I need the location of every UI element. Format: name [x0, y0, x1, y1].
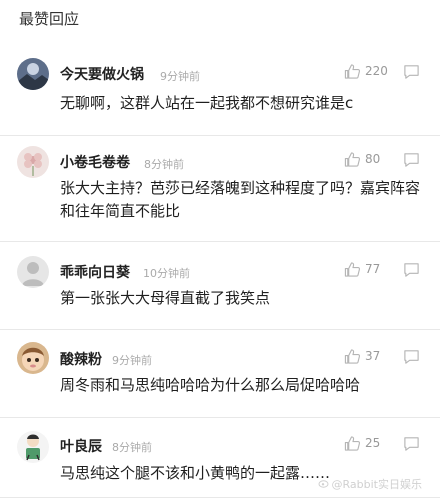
comment-bubble-icon: [403, 151, 420, 168]
comment-bubble-icon: [403, 63, 420, 80]
flower-avatar-icon[interactable]: [17, 146, 49, 178]
like-button[interactable]: 77: [344, 261, 391, 278]
like-button[interactable]: 220: [344, 63, 391, 80]
comment-username[interactable]: 小卷毛卷卷: [60, 152, 130, 172]
baby-avatar-icon[interactable]: [17, 342, 49, 374]
comment-username[interactable]: 叶良辰: [60, 436, 102, 456]
thumbs-up-icon: [344, 435, 361, 452]
reply-button[interactable]: [403, 261, 420, 278]
default-person-avatar-icon[interactable]: [17, 256, 49, 288]
comment-time: 8分钟前: [144, 158, 184, 171]
thumbs-up-icon: [344, 348, 361, 365]
comment-time: 9分钟前: [160, 70, 200, 83]
comment-username[interactable]: 乖乖向日葵: [60, 262, 130, 282]
like-count: 80: [365, 152, 381, 166]
like-button[interactable]: 25: [344, 435, 391, 452]
thumbs-up-icon: [344, 151, 361, 168]
like-count: 77: [365, 262, 381, 276]
comment-actions: 220: [344, 61, 420, 81]
weibo-logo-icon: [318, 477, 332, 492]
comment-actions: 37: [344, 346, 420, 366]
cartoon-avatar-icon[interactable]: [17, 431, 49, 463]
comment-bubble-icon: [403, 435, 420, 452]
comment-text: 张大大主持？芭莎已经落魄到这种程度了吗？嘉宾阵容和往年简直不能比: [60, 179, 421, 220]
comment-actions: 77: [344, 259, 420, 279]
like-count: 220: [365, 64, 388, 78]
comment-item: 小卷毛卷卷 8分钟前 80 张大大主持？芭莎已经落魄到这种程度了吗？嘉宾阵容和往…: [0, 136, 440, 242]
comment-time: 8分钟前: [112, 441, 152, 454]
comment-text: 周冬雨和马思纯哈哈哈为什么那么局促哈哈哈: [60, 376, 361, 394]
reply-button[interactable]: [403, 435, 420, 452]
comment-actions: 80: [344, 149, 420, 169]
reply-button[interactable]: [403, 63, 420, 80]
like-count: 25: [365, 436, 381, 450]
comment-item: 今天要做火锅 9分钟前 220 无聊啊，这群人站在一起我都不想研究谁是c: [0, 50, 440, 136]
like-button[interactable]: 37: [344, 348, 391, 365]
comment-item: 酸辣粉 9分钟前 37 周冬雨和马思纯哈哈哈为什么那么局促哈哈哈: [0, 330, 440, 418]
comment-actions: 25: [344, 433, 420, 453]
comment-bubble-icon: [403, 348, 420, 365]
comment-time: 10分钟前: [143, 267, 190, 280]
section-title: 最赞回应: [19, 10, 80, 28]
comment-text: 无聊啊，这群人站在一起我都不想研究谁是c: [60, 94, 354, 112]
thumbs-up-icon: [344, 261, 361, 278]
watermark: @Rabbit实日娱乐: [318, 476, 422, 492]
watermark-text: @Rabbit实日娱乐: [331, 478, 422, 491]
like-count: 37: [365, 349, 381, 363]
comment-username[interactable]: 酸辣粉: [60, 349, 102, 369]
comment-bubble-icon: [403, 261, 420, 278]
thumbs-up-icon: [344, 63, 361, 80]
comment-item: 乖乖向日葵 10分钟前 77 第一张张大大母得直截了我笑点: [0, 242, 440, 330]
like-button[interactable]: 80: [344, 151, 391, 168]
comment-time: 9分钟前: [112, 354, 152, 367]
reply-button[interactable]: [403, 151, 420, 168]
landscape-avatar-icon[interactable]: [17, 58, 49, 90]
comment-username[interactable]: 今天要做火锅: [60, 64, 144, 84]
reply-button[interactable]: [403, 348, 420, 365]
comment-text: 第一张张大大母得直截了我笑点: [60, 289, 271, 307]
